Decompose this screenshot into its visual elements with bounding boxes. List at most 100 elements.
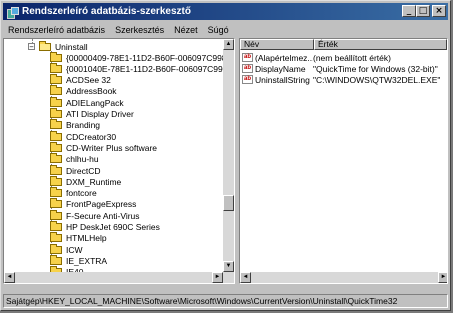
status-bar: Sajátgép\HKEY_LOCAL_MACHINE\Software\Mic… xyxy=(3,294,448,308)
list-row[interactable]: ab UninstallString "C:\WINDOWS\QTW32DEL.EX… xyxy=(240,74,440,85)
folder-icon xyxy=(50,119,62,130)
folder-icon xyxy=(50,232,62,243)
scroll-up-button[interactable]: ▲ xyxy=(223,39,234,50)
maximize-button[interactable]: □ xyxy=(416,5,430,17)
folder-icon xyxy=(50,96,62,107)
scroll-right-button[interactable]: ► xyxy=(212,272,223,283)
window-controls: _ □ × xyxy=(402,5,446,17)
folder-icon xyxy=(50,130,62,141)
column-header-value[interactable]: Érték xyxy=(314,39,447,50)
value-data: (nem beállított érték) xyxy=(313,52,391,63)
scroll-right-button[interactable]: ► xyxy=(438,272,447,283)
scroll-left-button[interactable]: ◄ xyxy=(240,272,251,283)
list-row[interactable]: ab DisplayName "QuickTime for Windows (32-… xyxy=(240,63,438,74)
menu-bar: Rendszerleíró adatbázis Szerkesztés Néze… xyxy=(3,22,448,37)
folder-icon xyxy=(50,164,62,175)
minimize-button[interactable]: _ xyxy=(402,5,416,17)
tree-node[interactable]: chlhu-hu xyxy=(50,153,99,165)
tree-node-label: Branding xyxy=(66,120,101,131)
list-row[interactable]: ab (Alapértelmez... (nem beállított érték) xyxy=(240,52,391,63)
tree-node[interactable]: DXM_Runtime xyxy=(50,175,122,187)
tree-node-label: AddressBook xyxy=(66,86,117,97)
tree-node[interactable]: FrontPageExpress xyxy=(50,198,137,210)
folder-icon xyxy=(50,243,62,254)
tree-node-label: {00000409-78E1-11D2-B60F-006097C998 xyxy=(66,52,227,63)
value-data: "C:\WINDOWS\QTW32DEL.EXE" xyxy=(313,74,441,85)
value-name: (Alapértelmez... xyxy=(255,52,313,63)
string-value-icon: ab xyxy=(242,75,253,84)
folder-icon xyxy=(50,85,62,96)
tree-node-label: CDCreator30 xyxy=(66,131,117,142)
folder-icon xyxy=(50,141,62,152)
tree-node-label: DirectCD xyxy=(66,165,101,176)
close-button[interactable]: × xyxy=(432,5,446,17)
folder-icon xyxy=(50,187,62,198)
scroll-down-button[interactable]: ▼ xyxy=(223,261,234,272)
folder-icon xyxy=(50,153,62,164)
tree-node[interactable]: AddressBook xyxy=(50,85,117,97)
tree-node[interactable]: fontcore xyxy=(50,187,97,199)
tree-node[interactable]: ADIELangPack xyxy=(50,96,124,108)
string-value-icon: ab xyxy=(242,64,253,73)
tree-node-label: chlhu-hu xyxy=(66,154,99,165)
value-name: UninstallString xyxy=(255,74,310,85)
tree-node[interactable]: {0001040E-78E1-11D2-B60F-006097C998 xyxy=(50,62,228,74)
tree-node-uninstall[interactable]: − Uninstall xyxy=(28,40,88,52)
tree-node[interactable]: {00000409-78E1-11D2-B60F-006097C998 xyxy=(50,51,227,63)
tree-node-label: HTMLHelp xyxy=(66,233,107,244)
collapse-icon[interactable]: − xyxy=(28,43,35,51)
tree-node[interactable]: HTMLHelp xyxy=(50,232,107,244)
tree-node[interactable]: ICW xyxy=(50,243,83,255)
string-value-icon: ab xyxy=(242,53,253,62)
tree-node-label: IE_EXTRA xyxy=(66,255,108,266)
folder-icon xyxy=(50,209,62,220)
scroll-thumb[interactable] xyxy=(223,195,234,211)
column-header-name[interactable]: Név xyxy=(240,39,314,50)
list-horizontal-scrollbar[interactable]: ◄ ► xyxy=(240,272,447,283)
tree-node-label: DXM_Runtime xyxy=(66,176,122,187)
tree-node-label: ICW xyxy=(66,244,83,255)
tree-vertical-scrollbar[interactable]: ▲ ▼ xyxy=(223,39,234,283)
window-title: Rendszerleíró adatbázis-szerkesztő xyxy=(22,6,191,17)
tree-node-label: ATI Display Driver xyxy=(66,109,134,119)
value-name: DisplayName xyxy=(255,63,306,74)
title-bar[interactable]: Rendszerleíró adatbázis-szerkesztő _ □ × xyxy=(3,3,448,20)
menu-edit[interactable]: Szerkesztés xyxy=(110,25,169,35)
folder-icon xyxy=(50,51,62,62)
regedit-window: Rendszerleíró adatbázis-szerkesztő _ □ ×… xyxy=(0,0,451,311)
tree-node-label: ADIELangPack xyxy=(66,97,124,108)
tree-node[interactable]: F-Secure Anti-Virus xyxy=(50,209,140,221)
regedit-app-icon xyxy=(6,6,19,19)
tree-node[interactable]: DirectCD xyxy=(50,164,101,176)
tree-node[interactable]: HP DeskJet 690C Series xyxy=(50,221,160,233)
split-panes: − Uninstall {00000409-78E1-11D2-B60F-006… xyxy=(3,38,448,284)
folder-icon xyxy=(50,198,62,209)
menu-view[interactable]: Nézet xyxy=(169,25,203,35)
tree-node-label: F-Secure Anti-Virus xyxy=(66,210,140,221)
tree-node[interactable]: CD-Writer Plus software xyxy=(50,141,157,153)
folder-icon xyxy=(50,175,62,186)
tree-horizontal-scrollbar[interactable]: ◄ ► xyxy=(4,272,223,283)
tree-node[interactable]: Branding xyxy=(50,119,101,131)
key-tree-pane[interactable]: − Uninstall {00000409-78E1-11D2-B60F-006… xyxy=(3,38,235,284)
tree-node[interactable]: ACDSee 32 xyxy=(50,74,111,86)
folder-icon xyxy=(50,221,62,231)
tree-node[interactable]: ATI Display Driver xyxy=(50,108,134,120)
folder-open-icon xyxy=(39,40,51,51)
tree-node-label: HP DeskJet 690C Series xyxy=(66,222,160,232)
tree-node-label: Uninstall xyxy=(55,41,88,52)
tree-node[interactable]: IE_EXTRA xyxy=(50,254,108,266)
folder-icon xyxy=(50,108,62,118)
tree-node-label: {0001040E-78E1-11D2-B60F-006097C998 xyxy=(66,63,228,74)
tree-node-label: ACDSee 32 xyxy=(66,75,111,86)
tree-node-label: CD-Writer Plus software xyxy=(66,142,157,153)
menu-registry[interactable]: Rendszerleíró adatbázis xyxy=(3,25,110,35)
folder-icon xyxy=(50,254,62,265)
tree-node[interactable]: CDCreator30 xyxy=(50,130,117,142)
tree-node-label: FrontPageExpress xyxy=(66,199,137,210)
scroll-left-button[interactable]: ◄ xyxy=(4,272,15,283)
tree-node-label: fontcore xyxy=(66,188,97,199)
value-list-pane[interactable]: Név Érték ab (Alapértelmez... (nem beállít… xyxy=(239,38,448,284)
menu-help[interactable]: Súgó xyxy=(203,25,234,35)
folder-icon xyxy=(50,62,62,73)
